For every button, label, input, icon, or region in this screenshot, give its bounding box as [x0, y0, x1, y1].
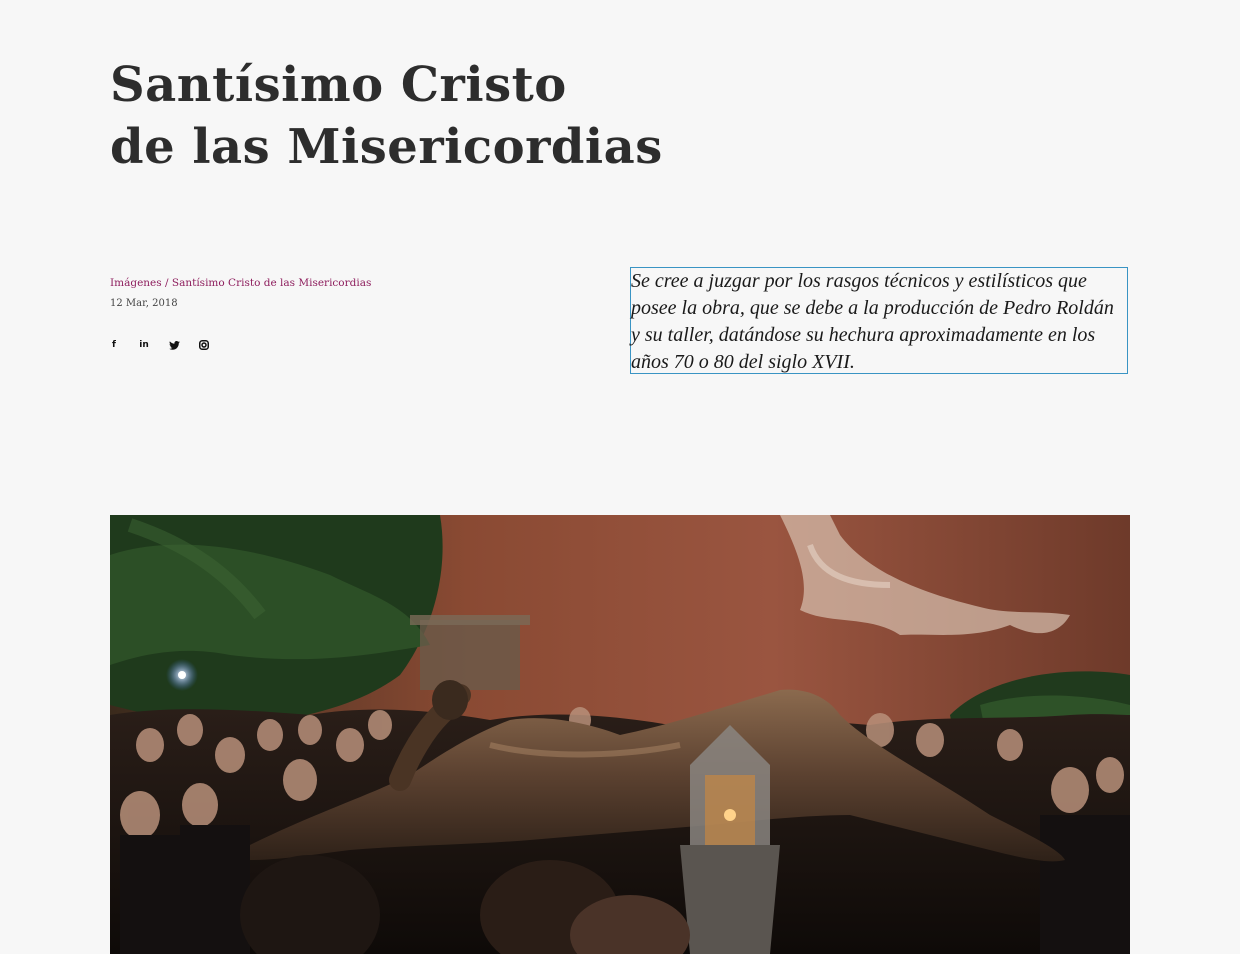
page-title-line-2: de las Misericordias: [110, 119, 663, 175]
facebook-icon[interactable]: f: [106, 338, 122, 352]
page-title-line-1: Santísimo Cristo: [110, 57, 567, 113]
breadcrumb: Imágenes / Santísimo Cristo de las Miser…: [110, 277, 371, 289]
linkedin-icon[interactable]: in: [136, 338, 152, 352]
page-title: Santísimo Cristo de las Misericordias: [110, 54, 663, 178]
breadcrumb-separator: /: [161, 277, 172, 289]
social-share-bar: f in: [106, 338, 212, 352]
article-excerpt: Se cree a juzgar por los rasgos técnicos…: [630, 267, 1128, 374]
twitter-icon[interactable]: [166, 338, 182, 352]
instagram-icon[interactable]: [196, 338, 212, 352]
breadcrumb-link-current[interactable]: Santísimo Cristo de las Misericordias: [172, 277, 372, 289]
post-date: 12 Mar, 2018: [110, 298, 178, 309]
hero-photo: [110, 515, 1130, 954]
breadcrumb-link-category[interactable]: Imágenes: [110, 277, 162, 289]
